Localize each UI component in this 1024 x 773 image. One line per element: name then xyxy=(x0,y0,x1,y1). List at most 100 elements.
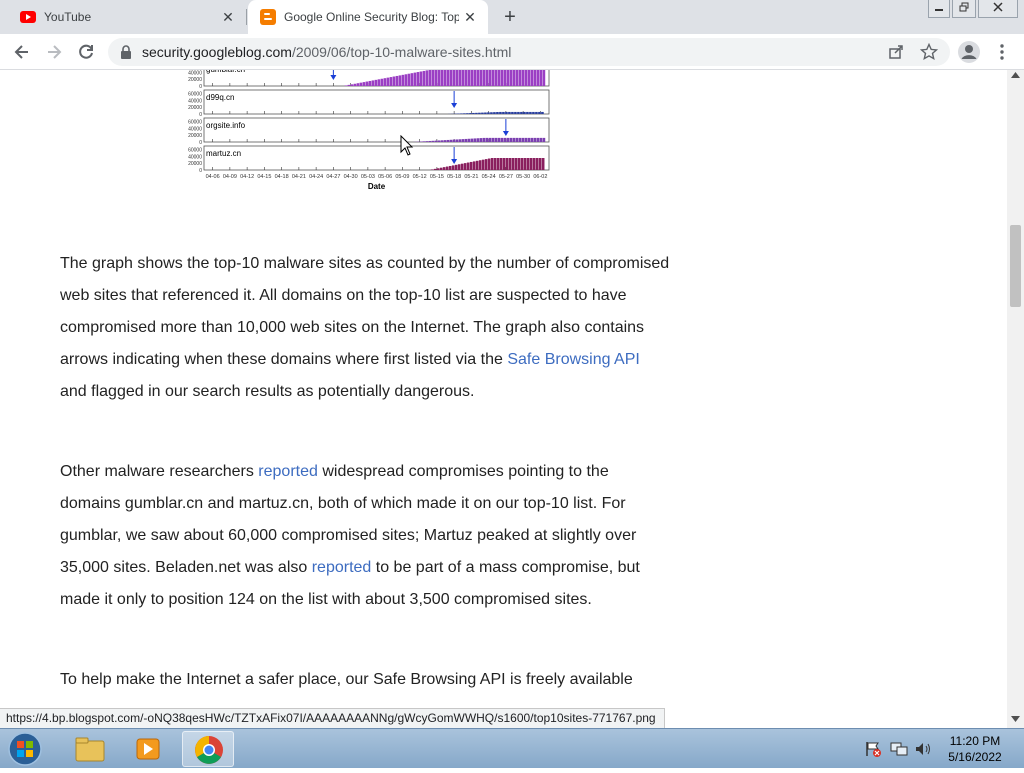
bar xyxy=(449,166,452,170)
bar xyxy=(505,112,508,114)
bar xyxy=(528,138,531,142)
close-tab-icon[interactable]: ✕ xyxy=(220,9,236,25)
vertical-scrollbar[interactable] xyxy=(1007,70,1024,728)
network-icon[interactable] xyxy=(890,741,908,757)
volume-icon[interactable] xyxy=(914,741,932,757)
bar xyxy=(456,70,459,86)
bar xyxy=(417,72,420,86)
bar xyxy=(527,158,530,170)
mouse-cursor-icon xyxy=(400,135,414,157)
bar xyxy=(512,158,515,170)
series-label: orgsite.info xyxy=(206,121,246,130)
bar xyxy=(510,70,513,86)
safe-browsing-api-link[interactable]: Safe Browsing API xyxy=(507,351,640,368)
bar xyxy=(390,77,393,86)
bar xyxy=(483,70,486,86)
blogger-icon xyxy=(260,9,276,25)
bar xyxy=(345,85,348,86)
article-paragraph-3: To help make the Internet a safer place,… xyxy=(60,664,670,696)
new-tab-button[interactable]: + xyxy=(500,7,520,27)
x-tick-label: 05-15 xyxy=(430,174,444,180)
bar xyxy=(507,138,510,142)
scrollbar-thumb[interactable] xyxy=(1010,225,1021,307)
bar xyxy=(503,158,506,170)
bar xyxy=(455,165,458,170)
bar xyxy=(348,85,351,86)
bar xyxy=(411,73,414,86)
bar xyxy=(360,83,363,86)
clock-time: 11:20 PM xyxy=(944,733,1006,749)
reported-link[interactable]: reported xyxy=(312,559,372,576)
bar xyxy=(481,113,484,114)
top10-malware-chart[interactable]: 6000040000200000gumblar.cn60000400002000… xyxy=(176,70,556,198)
url-text[interactable]: security.googleblog.com/2009/06/top-10-m… xyxy=(142,44,511,60)
taskbar-chrome-button[interactable] xyxy=(182,731,234,767)
y-tick-label: 60000 xyxy=(188,147,202,153)
menu-kebab-icon[interactable] xyxy=(996,43,1008,61)
bar xyxy=(489,138,492,142)
taskbar-explorer-button[interactable] xyxy=(64,731,116,767)
bar xyxy=(529,112,532,114)
restore-icon xyxy=(959,2,969,12)
tab-youtube[interactable]: YouTube ✕ xyxy=(0,0,246,34)
taskbar-media-player-button[interactable] xyxy=(122,731,174,767)
minimize-button[interactable] xyxy=(928,0,950,18)
bar xyxy=(516,70,519,86)
bar xyxy=(497,158,500,170)
bar xyxy=(459,70,462,86)
scroll-up-arrow-icon[interactable] xyxy=(1011,72,1020,78)
action-center-flag-icon[interactable] xyxy=(864,741,882,757)
bar xyxy=(532,112,535,114)
bar xyxy=(473,161,476,170)
bar xyxy=(393,77,396,86)
chart-panel xyxy=(204,118,549,142)
forward-arrow-icon[interactable] xyxy=(44,42,64,62)
close-window-button[interactable] xyxy=(978,0,1018,18)
tab-security-blog[interactable]: Google Online Security Blog: Top ✕ xyxy=(248,0,488,34)
bookmark-star-icon[interactable] xyxy=(920,43,938,61)
restore-button[interactable] xyxy=(952,0,976,18)
bar xyxy=(472,113,475,114)
scroll-down-arrow-icon[interactable] xyxy=(1011,716,1020,722)
bar xyxy=(495,70,498,86)
youtube-icon xyxy=(20,11,36,23)
x-tick-label: 05-21 xyxy=(464,174,478,180)
bar xyxy=(460,113,463,114)
reported-link[interactable]: reported xyxy=(258,463,318,480)
tab-separator xyxy=(246,9,247,25)
bar xyxy=(502,112,505,114)
bar xyxy=(443,167,446,170)
bar xyxy=(420,71,423,86)
folder-icon xyxy=(64,731,116,767)
start-button[interactable] xyxy=(4,731,46,767)
bar xyxy=(437,168,440,170)
bar xyxy=(468,70,471,86)
article-paragraph-1: The graph shows the top-10 malware sites… xyxy=(60,248,670,408)
profile-avatar-icon[interactable] xyxy=(958,41,980,63)
bar xyxy=(426,141,429,142)
back-arrow-icon[interactable] xyxy=(12,42,32,62)
reload-icon[interactable] xyxy=(76,42,96,62)
bar xyxy=(538,112,541,114)
system-clock[interactable]: 11:20 PM 5/16/2022 xyxy=(944,733,1006,765)
close-tab-icon[interactable]: ✕ xyxy=(462,9,478,25)
media-player-icon xyxy=(122,731,174,767)
bar xyxy=(519,70,522,86)
x-tick-label: 04-30 xyxy=(344,174,358,180)
bar xyxy=(378,79,381,86)
bar xyxy=(459,139,462,142)
bar xyxy=(514,112,517,114)
bar xyxy=(438,70,441,86)
x-tick-label: 05-30 xyxy=(516,174,530,180)
bar xyxy=(504,70,507,86)
bar xyxy=(520,112,523,114)
y-tick-label: 0 xyxy=(199,112,202,118)
bar xyxy=(431,169,434,170)
bar xyxy=(408,74,411,86)
address-bar[interactable]: security.googleblog.com/2009/06/top-10-m… xyxy=(108,38,950,66)
bar xyxy=(495,138,498,142)
y-tick-label: 40000 xyxy=(188,98,202,104)
share-icon[interactable] xyxy=(888,44,904,60)
x-tick-label: 05-18 xyxy=(447,174,461,180)
bar xyxy=(447,70,450,86)
